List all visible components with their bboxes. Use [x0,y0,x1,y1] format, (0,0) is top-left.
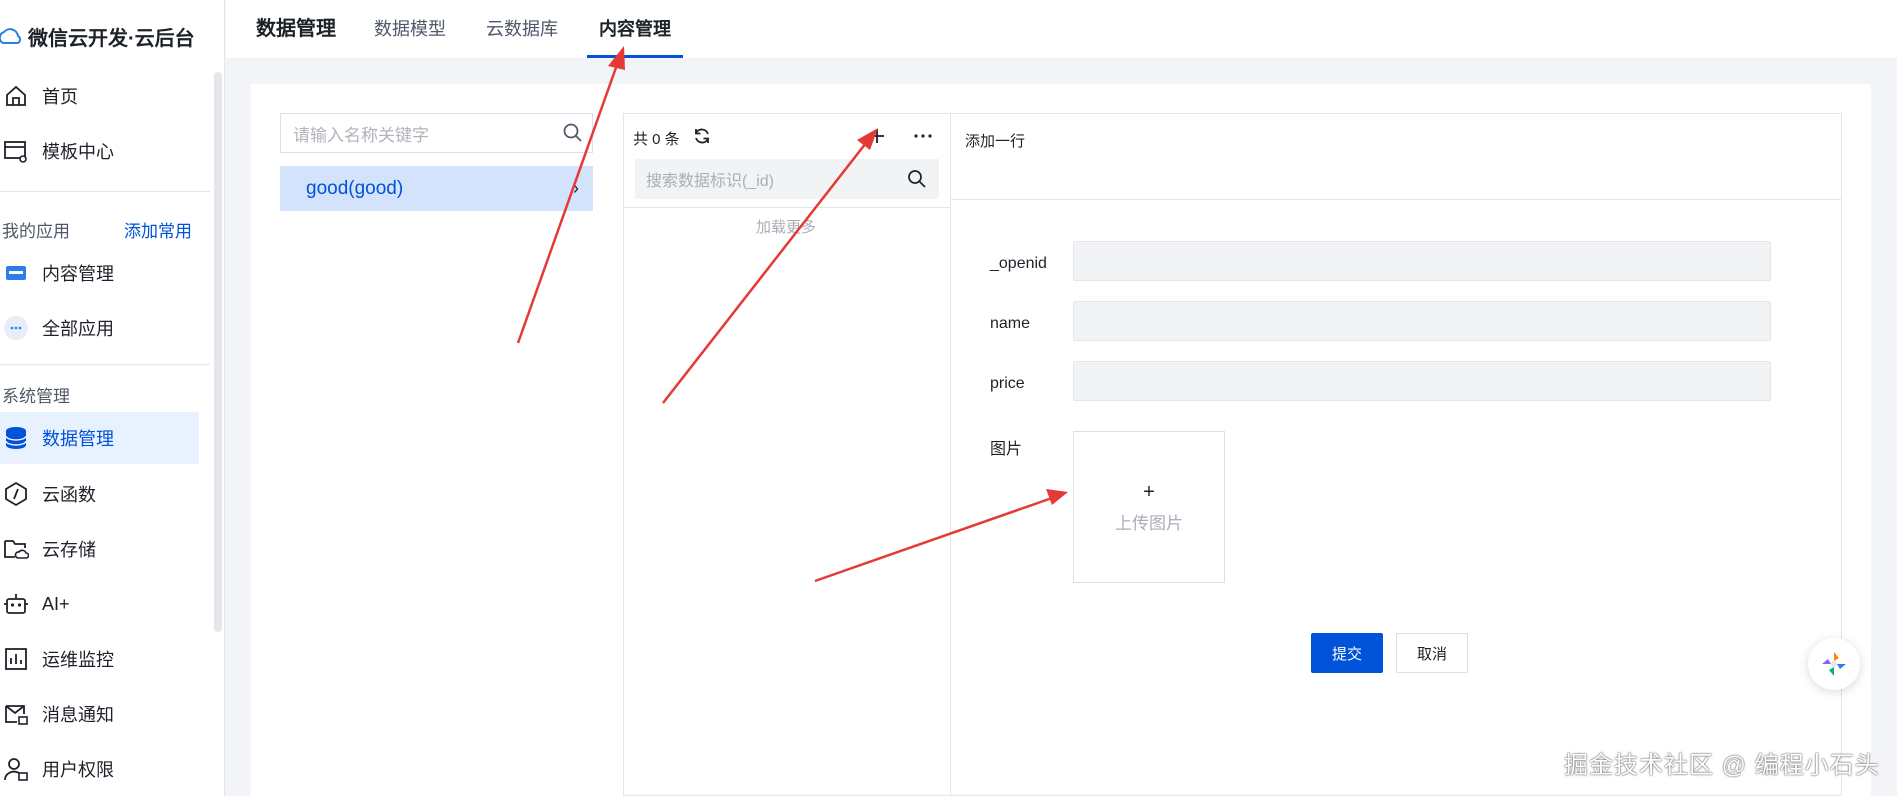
record-count: 共 0 条 [633,130,680,148]
form-title: 添加一行 [965,133,1026,150]
openid-label: _openid [990,255,1047,272]
record-search-placeholder: 搜索数据标识(_id) [646,173,775,190]
sidebar-item-user-permission[interactable]: 用户权限 [0,743,199,795]
sidebar-item-label: 消息通知 [42,705,114,725]
sidebar-item-label: 全部应用 [42,319,114,339]
records-header: 共 0 条 [633,126,712,150]
sidebar-item-all-apps[interactable]: 全部应用 [0,302,199,354]
search-icon[interactable] [562,122,584,149]
my-apps-heading: 我的应用 [2,222,70,241]
sidebar-item-cloud-storage[interactable]: 云存储 [0,523,199,575]
system-heading: 系统管理 [2,387,70,406]
brand-title: 微信云开发·云后台 [28,27,195,50]
submit-button[interactable]: 提交 [1311,633,1383,673]
upload-image-button[interactable]: + 上传图片 [1073,431,1225,583]
template-icon [2,137,30,165]
watermark: 掘金技术社区 @ 编程小石头 [1564,752,1880,779]
cms-icon [2,259,30,287]
divider [623,207,950,208]
refresh-icon[interactable] [692,126,712,150]
plus-icon: + [1143,480,1155,503]
sidebar-item-label: 内容管理 [42,264,114,284]
monitor-icon [2,645,30,673]
sidebar-item-label: 模板中心 [42,142,114,162]
tab-cloud-database[interactable]: 云数据库 [486,0,558,58]
divider [0,364,210,365]
sidebar-scrollbar[interactable] [214,72,222,632]
tab-content-management[interactable]: 内容管理 [587,0,683,58]
load-more-link[interactable]: 加载更多 [756,216,816,237]
divider [950,199,1842,200]
sidebar-item-message[interactable]: 消息通知 [0,688,199,740]
function-icon [2,480,30,508]
sidebar-item-home[interactable]: 首页 [0,70,199,122]
cancel-button[interactable]: 取消 [1396,633,1468,673]
sidebar-item-template[interactable]: 模板中心 [0,125,199,177]
page-title: 数据管理 [256,18,336,40]
brand[interactable]: 微信云开发·云后台 [0,18,195,54]
sidebar-item-ai[interactable]: AI+ [0,578,199,630]
ai-assistant-button[interactable] [1808,638,1860,690]
model-item-label: good(good) [306,177,404,199]
sidebar-item-label: 首页 [42,87,78,107]
sidebar-item-monitor[interactable]: 运维监控 [0,633,199,685]
model-list-item[interactable]: good(good) › [280,166,593,211]
model-search-placeholder: 请输入名称关键字 [293,125,429,145]
sidebar: 微信云开发·云后台 首页 模板中心 我的应用 添加常用 内容管理 全部应用 系统… [0,0,225,796]
home-icon [2,82,30,110]
storage-icon [2,535,30,563]
robot-icon [2,590,30,618]
price-label: price [990,375,1025,392]
divider [0,191,210,192]
image-label: 图片 [990,441,1023,458]
price-field[interactable] [1073,361,1771,401]
sidebar-item-label: 运维监控 [42,650,114,670]
add-favorite-link[interactable]: 添加常用 [124,217,192,242]
top-tabs: 数据管理 数据模型 云数据库 内容管理 [226,0,1897,58]
name-field[interactable] [1073,301,1771,341]
ai-assistant-icon [1822,652,1846,676]
record-search-input[interactable]: 搜索数据标识(_id) [635,159,939,199]
sidebar-item-cms[interactable]: 内容管理 [0,247,199,299]
cloud-logo-icon [0,28,22,44]
sidebar-item-data-management[interactable]: 数据管理 [0,412,199,464]
upload-text: 上传图片 [1115,513,1183,533]
user-permission-icon [2,755,30,783]
model-search-input[interactable]: 请输入名称关键字 [280,113,593,153]
sidebar-item-cloud-function[interactable]: 云函数 [0,468,199,520]
add-record-button[interactable] [868,127,886,149]
sidebar-item-label: 云函数 [42,485,96,505]
more-apps-icon [2,314,30,342]
chevron-right-icon: › [573,178,579,198]
message-icon [2,700,30,728]
sidebar-item-label: 云存储 [42,540,96,560]
openid-field[interactable] [1073,241,1771,281]
name-label: name [990,315,1031,332]
sidebar-item-label: 数据管理 [42,429,114,449]
database-icon [2,424,30,452]
more-options-icon[interactable] [913,127,933,149]
sidebar-item-label: 用户权限 [42,760,114,780]
sidebar-item-label: AI+ [42,593,70,614]
tab-data-model[interactable]: 数据模型 [374,0,446,58]
search-icon[interactable] [907,169,927,194]
